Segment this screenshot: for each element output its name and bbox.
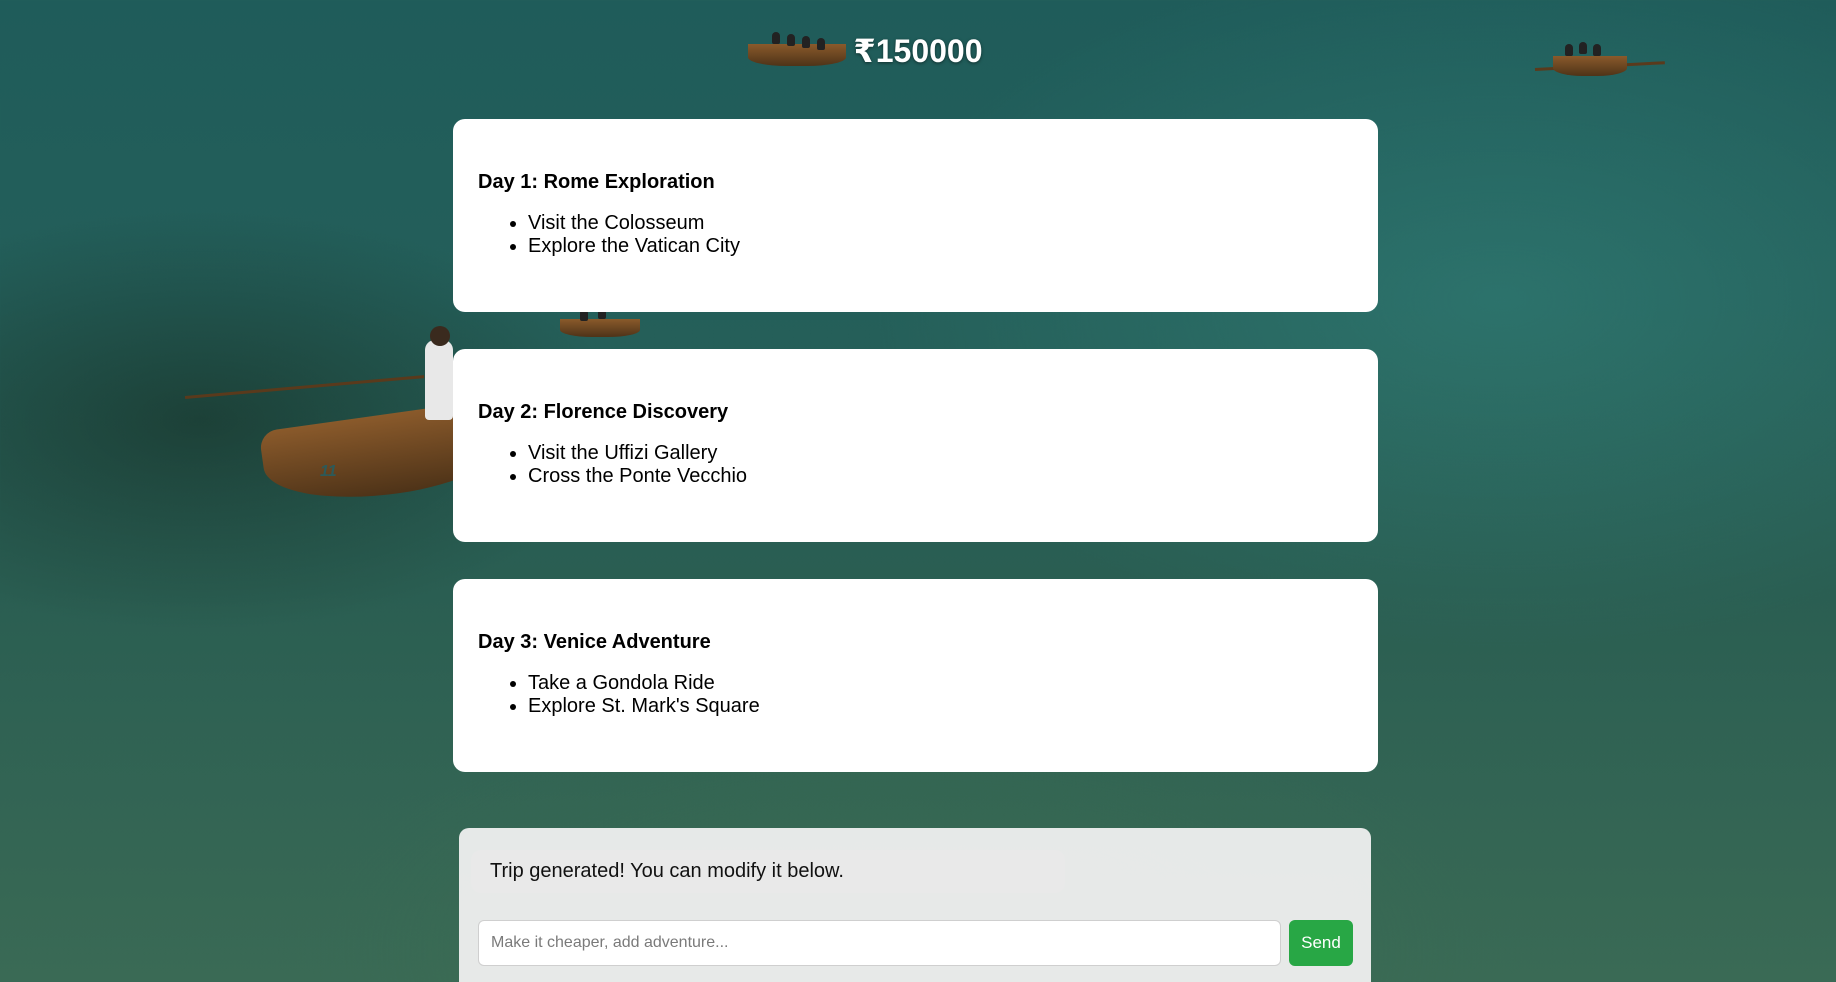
- activity-item: Take a Gondola Ride: [528, 672, 1353, 695]
- day-title: Day 1: Rome Exploration: [478, 171, 715, 193]
- day-title: Day 2: Florence Discovery: [478, 401, 729, 423]
- activity-item: Visit the Colosseum: [528, 212, 1353, 235]
- itinerary-day-card: Day 2: Florence Discovery Visit the Uffi…: [453, 349, 1378, 542]
- activity-item: Cross the Ponte Vecchio: [528, 465, 1353, 488]
- activity-item: Explore the Vatican City: [528, 235, 1353, 258]
- itinerary-day-card: Day 1: Rome Exploration Visit the Coloss…: [453, 119, 1378, 312]
- chat-panel: Trip generated! You can modify it below.…: [459, 828, 1371, 982]
- assistant-message: Trip generated! You can modify it below.: [471, 850, 1065, 893]
- send-button[interactable]: Send: [1289, 920, 1353, 966]
- activity-list: Take a Gondola Ride Explore St. Mark's S…: [478, 672, 1353, 718]
- activity-list: Visit the Colosseum Explore the Vatican …: [478, 212, 1353, 258]
- activity-list: Visit the Uffizi Gallery Cross the Ponte…: [478, 442, 1353, 488]
- day-title: Day 3: Venice Adventure: [478, 631, 711, 653]
- boat-number: 11: [320, 463, 337, 480]
- itinerary-day-card: Day 3: Venice Adventure Take a Gondola R…: [453, 579, 1378, 772]
- activity-item: Explore St. Mark's Square: [528, 695, 1353, 718]
- modify-trip-input[interactable]: [478, 920, 1281, 966]
- activity-item: Visit the Uffizi Gallery: [528, 442, 1353, 465]
- trip-budget: ₹150000: [853, 33, 983, 69]
